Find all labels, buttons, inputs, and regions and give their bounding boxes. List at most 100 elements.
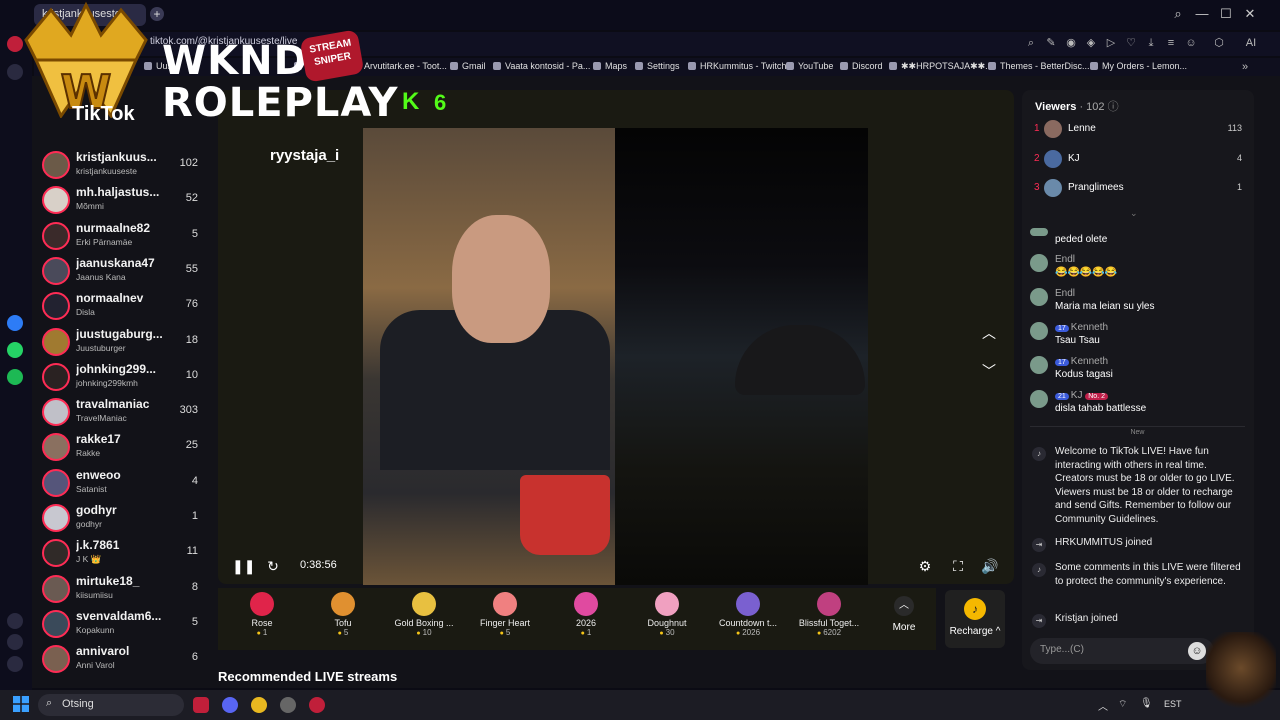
avatar bbox=[1044, 179, 1062, 197]
menu-icon[interactable]: ≡ bbox=[1164, 36, 1178, 50]
system-message: ♪ Welcome to TikTok LIVE! Have fun intera… bbox=[1032, 445, 1244, 526]
bookmark-item[interactable]: Themes - BetterDisc... bbox=[988, 61, 1090, 71]
gift-item[interactable]: Rose1 bbox=[223, 592, 301, 648]
language-indicator[interactable]: EST bbox=[1164, 699, 1182, 709]
streamer-name[interactable]: ryystaja_i bbox=[270, 147, 339, 164]
overlay-title-line1: WKND bbox=[162, 38, 308, 84]
following-item[interactable]: kristjankuus... kristjankuuseste 102 bbox=[42, 148, 212, 182]
gift-item[interactable]: 20261 bbox=[547, 592, 625, 648]
bookmark-item[interactable]: Gmail bbox=[450, 61, 486, 71]
bookmark-item[interactable]: HRKummitus - Twitch bbox=[688, 61, 786, 71]
following-item[interactable]: nurmaalne82 Erki Pärnamäe 5 bbox=[42, 219, 212, 253]
gift-item[interactable]: Gold Boxing ...10 bbox=[385, 592, 463, 648]
shield-icon[interactable]: ◈ bbox=[1084, 36, 1098, 50]
fullscreen-icon[interactable]: ⛶ bbox=[949, 557, 967, 575]
close-button[interactable]: ✕ bbox=[1240, 6, 1260, 24]
following-item[interactable]: jaanuskana47 Jaanus Kana 55 bbox=[42, 254, 212, 288]
chat-message[interactable]: 17 Kenneth Kodus tagasi bbox=[1030, 356, 1245, 386]
following-item[interactable]: mirtuke18_ kiisumiisu 8 bbox=[42, 572, 212, 606]
opera-icon[interactable] bbox=[309, 697, 325, 713]
chevron-down-icon[interactable]: ﹀ bbox=[980, 362, 998, 380]
ai-button[interactable]: AI bbox=[1240, 36, 1262, 50]
following-item[interactable]: travalmaniac TravelManiac 303 bbox=[42, 395, 212, 429]
volume-icon[interactable]: 🔊 bbox=[981, 557, 999, 575]
bookmark-item[interactable]: My Orders - Lemon... bbox=[1090, 61, 1187, 71]
gift-item[interactable]: Finger Heart5 bbox=[466, 592, 544, 648]
bookmark-item[interactable]: Maps bbox=[593, 61, 627, 71]
minimize-button[interactable]: — bbox=[1192, 6, 1212, 24]
following-item[interactable]: juustugaburg... Juustuburger 18 bbox=[42, 325, 212, 359]
chat-message[interactable]: Endl 😂😂😂😂😂 bbox=[1030, 254, 1245, 284]
app-icon[interactable] bbox=[193, 697, 209, 713]
play-icon[interactable]: ▷ bbox=[1104, 36, 1118, 50]
spotify-icon[interactable] bbox=[7, 369, 23, 385]
gift-item[interactable]: Blissful Toget...6202 bbox=[790, 592, 868, 648]
bookmark-item[interactable]: ✱✱HRPOTSAJA✱✱... bbox=[889, 61, 993, 72]
bookmark-item[interactable]: Arvutitark.ee - Toot... bbox=[352, 61, 447, 71]
gift-item[interactable]: Doughnut30 bbox=[628, 592, 706, 648]
bookmark-item[interactable]: Vaata kontosid - Pa... bbox=[493, 61, 590, 71]
gift-item[interactable]: Countdown t...2026 bbox=[709, 592, 787, 648]
app-icon[interactable] bbox=[280, 697, 296, 713]
chrome-icon[interactable] bbox=[251, 697, 267, 713]
whatsapp-icon[interactable] bbox=[7, 342, 23, 358]
level-badge: 17 bbox=[1055, 325, 1069, 332]
profile-icon[interactable]: ☺ bbox=[1184, 36, 1198, 50]
gift-price: 5 bbox=[304, 628, 382, 637]
bookmark-item[interactable]: Settings bbox=[635, 61, 680, 71]
chat-message[interactable]: 17 Kenneth Tsau Tsau bbox=[1030, 322, 1245, 352]
viewer-count: 303 bbox=[179, 404, 198, 417]
discord-icon[interactable] bbox=[222, 697, 238, 713]
recharge-button[interactable]: ♪ Recharge ^ bbox=[945, 590, 1005, 648]
bookmark-item[interactable]: Discord bbox=[840, 61, 883, 71]
chevron-down-icon[interactable]: ⌄ bbox=[1130, 208, 1138, 219]
search-icon[interactable]: ⌕ bbox=[1168, 6, 1188, 24]
chat-input[interactable]: Type...(C) bbox=[1030, 638, 1214, 664]
following-item[interactable]: annivarol Anni Varol 6 bbox=[42, 642, 212, 676]
following-item[interactable]: godhyr godhyr 1 bbox=[42, 501, 212, 535]
chat-message[interactable]: Endl Maria ma leian su yles bbox=[1030, 288, 1245, 318]
chevron-up-icon[interactable]: ︿ bbox=[980, 324, 998, 342]
chat-message[interactable]: 21 KJ No. 2 disla tahab battlesse bbox=[1030, 390, 1245, 420]
following-name: normaalnev bbox=[76, 291, 144, 306]
pause-icon[interactable]: ❚❚ bbox=[232, 557, 255, 575]
taskbar-search[interactable]: Otsing bbox=[38, 694, 184, 716]
viewer-score: 4 bbox=[1236, 152, 1242, 163]
top-viewer-row[interactable]: 3 Pranglimees 1 bbox=[1030, 178, 1250, 200]
refresh-icon[interactable]: ↻ bbox=[264, 557, 282, 575]
heart-icon[interactable]: ♡ bbox=[1124, 36, 1138, 50]
wifi-icon[interactable]: ⌔ bbox=[1118, 698, 1127, 711]
viewers-title[interactable]: Viewers · 102 ⓘ bbox=[1035, 98, 1119, 114]
following-item[interactable]: normaalnev Disla 76 bbox=[42, 289, 212, 323]
info-icon[interactable]: ⓘ bbox=[1108, 101, 1119, 113]
camera-icon[interactable]: ◉ bbox=[1064, 36, 1078, 50]
extensions-icon[interactable]: ⬡ bbox=[1212, 36, 1226, 50]
edit-icon[interactable]: ✎ bbox=[1044, 36, 1058, 50]
chevron-up-icon[interactable]: ︿ bbox=[1098, 698, 1108, 713]
following-nickname: Satanist bbox=[76, 483, 107, 494]
following-item[interactable]: enweoo Satanist 4 bbox=[42, 466, 212, 500]
zoom-icon[interactable]: ⌕ bbox=[1024, 36, 1038, 50]
messenger-icon[interactable] bbox=[7, 315, 23, 331]
following-item[interactable]: rakke17 Rakke 25 bbox=[42, 430, 212, 464]
following-item[interactable]: j.k.7861 J K 👑 11 bbox=[42, 536, 212, 570]
heart-icon[interactable] bbox=[7, 613, 23, 629]
top-viewer-row[interactable]: 1 Lenne 113 bbox=[1030, 119, 1250, 141]
following-item[interactable]: johnking299... johnking299kmh 10 bbox=[42, 360, 212, 394]
emoji-icon[interactable]: ☺ bbox=[1188, 642, 1206, 660]
following-item[interactable]: mh.haljastus... Mõmmi 52 bbox=[42, 183, 212, 217]
tiktok-header: TikTok bbox=[72, 103, 135, 125]
following-item[interactable]: svenvaldam6... Kopakunn 5 bbox=[42, 607, 212, 641]
gift-item[interactable]: Tofu5 bbox=[304, 592, 382, 648]
bookmarks-overflow-icon[interactable]: » bbox=[1238, 60, 1252, 74]
history-icon[interactable] bbox=[7, 634, 23, 650]
bookmark-item[interactable]: YouTube bbox=[786, 61, 833, 71]
download-icon[interactable]: ⤓ bbox=[1144, 36, 1158, 50]
maximize-button[interactable]: ☐ bbox=[1216, 6, 1236, 24]
settings-icon[interactable]: ⚙ bbox=[916, 557, 934, 575]
more-icon[interactable] bbox=[7, 656, 23, 672]
mic-icon[interactable]: 🎙 bbox=[1140, 698, 1153, 709]
gift-more-button[interactable]: ︿ More bbox=[884, 596, 924, 633]
chat-text: Kodus tagasi bbox=[1055, 369, 1113, 380]
top-viewer-row[interactable]: 2 KJ 4 bbox=[1030, 149, 1250, 171]
